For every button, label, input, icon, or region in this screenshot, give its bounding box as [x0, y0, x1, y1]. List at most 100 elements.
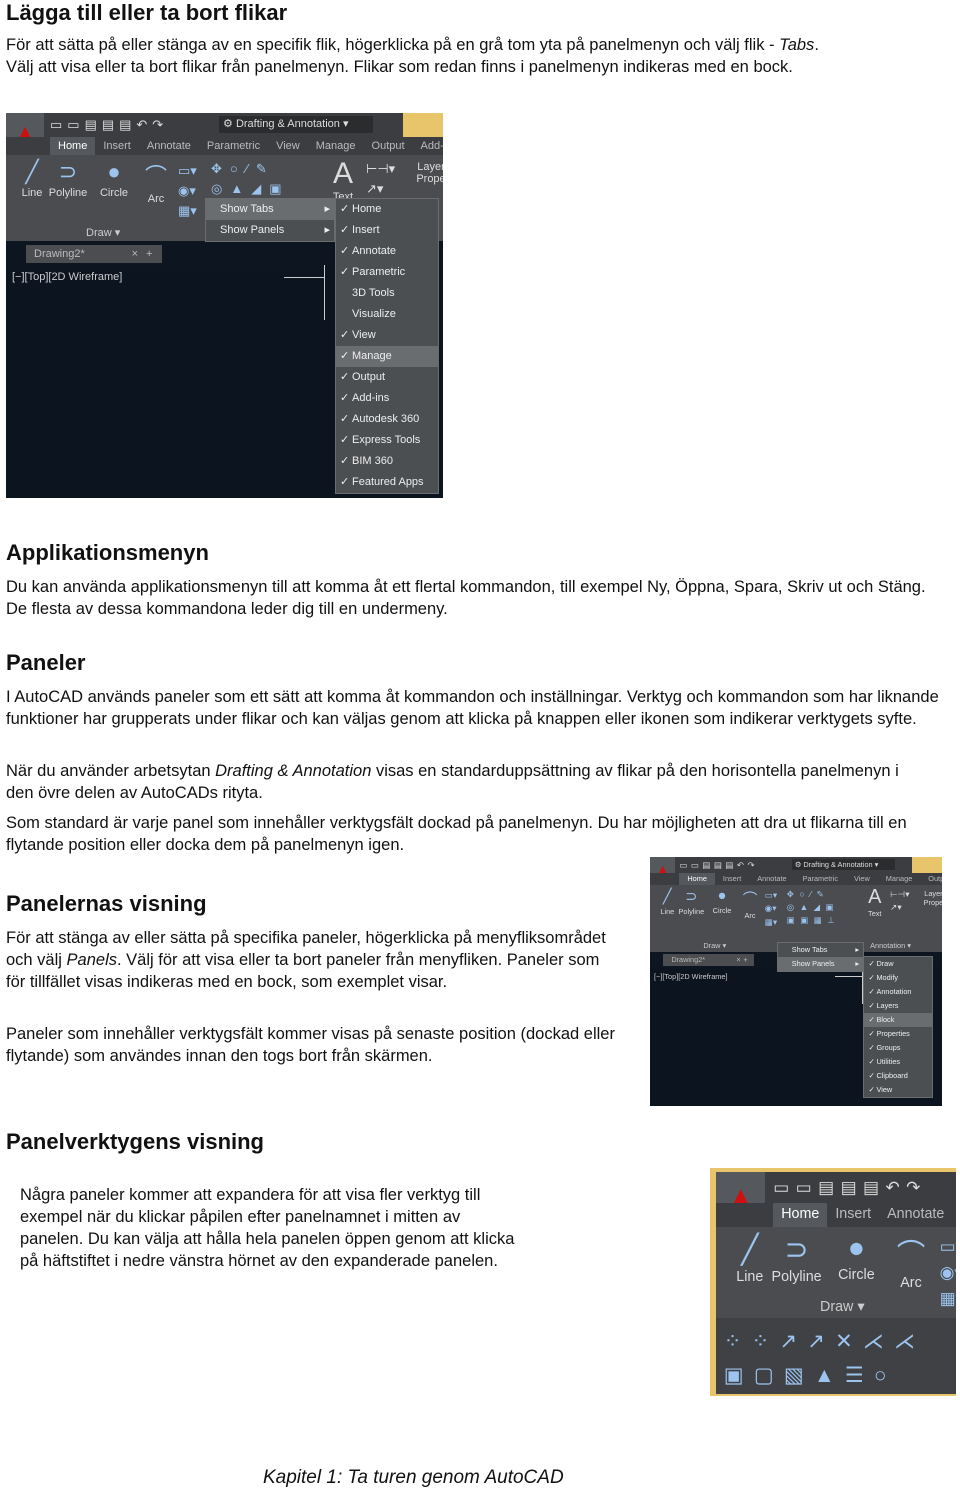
tool-button-arc[interactable]: ⌒ Arc	[136, 159, 176, 205]
workspace-dropdown: ⚙ Drafting & Annotation ▾	[219, 116, 373, 133]
drawing-tab[interactable]: Drawing2* ×	[26, 245, 144, 263]
circle-icon: ●	[847, 1231, 866, 1264]
ribbon-tab-parametric[interactable]: Parametric	[199, 137, 268, 155]
new-tab-button[interactable]: +	[142, 245, 162, 263]
tool-button-circle[interactable]: ● Circle	[830, 1232, 882, 1283]
menu-item-express-tools[interactable]: ✓ Express Tools	[336, 430, 438, 451]
menu-item-show-tabs[interactable]: Show Tabs ▸	[206, 199, 334, 220]
menu-item-insert[interactable]: ✓ Insert	[336, 220, 438, 241]
heading-panels: Paneler	[6, 650, 86, 675]
heading-panel-tools: Panelverktygens visning	[6, 1129, 264, 1154]
ribbon-tab-annotate[interactable]: Annotate	[749, 873, 794, 885]
menu-item-properties[interactable]: ✓ Properties	[864, 1027, 932, 1041]
workspace-label: Drafting & Annotation	[235, 118, 340, 130]
menu-item-label: Visualize	[352, 308, 396, 320]
tool-button-layer-properties[interactable]: Layer Prope	[411, 161, 443, 185]
menu-item-annotation[interactable]: ✓ Annotation	[864, 985, 932, 999]
tool-button-line[interactable]: ╱ Line	[12, 159, 52, 199]
ribbon-tab-insert[interactable]: Insert	[827, 1203, 879, 1226]
menu-item-view[interactable]: ✓ View	[864, 1083, 932, 1097]
menu-item-bim-360[interactable]: ✓ BIM 360	[336, 451, 438, 472]
close-icon[interactable]: ×	[132, 245, 138, 263]
menu-item-label: Show Tabs	[220, 203, 274, 215]
ribbon-tab-annotate[interactable]: Annotate	[879, 1203, 952, 1226]
tool-button-circle[interactable]: ● Circle	[709, 888, 736, 915]
ribbon-tab-view[interactable]: View	[846, 873, 878, 885]
ribbon-tab-parametric[interactable]: Parametric	[795, 873, 846, 885]
menu-item-show-panels[interactable]: Show Panels ▸	[777, 957, 864, 972]
context-menu: Show Tabs ▸ Show Panels ▸	[776, 942, 865, 973]
checkmark-icon: ✓	[340, 392, 350, 404]
ribbon-tab-home[interactable]: Home	[679, 873, 715, 885]
screenshot-expanded-panel: ▲▭▭▤▤▤↶↷HomeInsertAnnotateParametricView…	[710, 1168, 956, 1396]
ribbon-tab-annotate[interactable]: Annotate	[139, 137, 199, 155]
menu-item-layers[interactable]: ✓ Layers	[864, 999, 932, 1013]
ribbon-tab-view[interactable]: View	[268, 137, 308, 155]
submenu-tabs-submenu[interactable]: ✓ Home ✓ Insert ✓ Annotate ✓ Parametric 3D Tools…	[335, 198, 439, 494]
paragraph: Paneler som innehåller verktygsfält komm…	[6, 1025, 615, 1065]
ribbon-tab-insert[interactable]: Insert	[715, 873, 749, 885]
draw-small-icons: ▭▾◉▾▦▾	[939, 1237, 956, 1309]
tool-label: Circle	[838, 1266, 875, 1283]
crosshair	[835, 975, 863, 977]
tool-button-line[interactable]: ╱ Line	[654, 888, 681, 916]
tool-label: Polyline	[678, 906, 705, 916]
tool-button-polyline[interactable]: ⊃ Polyline	[771, 1232, 823, 1285]
menu-item-groups[interactable]: ✓ Groups	[864, 1041, 932, 1055]
ribbon-tab-add[interactable]: Add-	[413, 137, 443, 155]
ribbon-tab-parametric[interactable]: Parametric	[952, 1203, 956, 1226]
menu-item-home[interactable]: ✓ Home	[336, 199, 438, 220]
ribbon-tab-manage[interactable]: Manage	[878, 873, 920, 885]
menu-item-block[interactable]: ✓ Block	[864, 1013, 933, 1028]
menu-item-label: Manage	[352, 350, 392, 362]
chevron-right-icon: ▸	[324, 203, 330, 215]
paragraph: För att sätta på eller stänga av en spec…	[6, 36, 819, 76]
tool-button-line[interactable]: ╱ Line	[724, 1232, 776, 1285]
tool-label: Circle	[712, 905, 732, 915]
tool-button-arc[interactable]: ⌒ Arc	[885, 1232, 937, 1291]
menu-item-autodesk-360[interactable]: ✓ Autodesk 360	[336, 409, 438, 430]
paragraph: Du kan använda applikationsmenyn till at…	[6, 578, 926, 618]
ribbon-tab-insert[interactable]: Insert	[95, 137, 139, 155]
menu-item-label: Autodesk 360	[352, 413, 420, 425]
menu-item-clipboard[interactable]: ✓ Clipboard	[864, 1069, 932, 1083]
tool-button-polyline[interactable]: ⊃ Polyline	[678, 888, 705, 916]
menu-item-output[interactable]: ✓ Output	[336, 367, 438, 388]
menu-item-view[interactable]: ✓ View	[336, 325, 438, 346]
menu-item-parametric[interactable]: ✓ Parametric	[336, 262, 438, 283]
ribbon-tabs[interactable]: HomeInsertAnnotateParametricViewManageOu…	[650, 873, 942, 885]
drawing-tab[interactable]: Drawing2* ×	[663, 954, 745, 967]
menu-item-utilities[interactable]: ✓ Utilities	[864, 1055, 932, 1069]
checkmark-icon: ✓	[340, 476, 350, 488]
menu-item-add-ins[interactable]: ✓ Add-ins	[336, 388, 438, 409]
menu-item-modify[interactable]: ✓ Modify	[864, 971, 932, 985]
menu-item-draw[interactable]: ✓ Draw	[864, 957, 932, 971]
menu-item-label: Show Panels	[220, 224, 285, 236]
tool-button-text[interactable]: A Text	[865, 886, 885, 918]
tool-button-arc[interactable]: ⌒ Arc	[737, 888, 764, 920]
menu-item-annotate[interactable]: ✓ Annotate	[336, 241, 438, 262]
menu-item-show-tabs[interactable]: Show Tabs ▸	[778, 943, 863, 957]
polyline-icon: ⊃	[685, 888, 698, 905]
tool-button-circle[interactable]: ● Circle	[94, 159, 134, 199]
new-tab-button[interactable]: +	[740, 954, 755, 967]
ribbon-tab-output[interactable]: Output	[364, 137, 413, 155]
tool-button-polyline[interactable]: ⊃ Polyline	[48, 159, 88, 199]
menu-item-visualize[interactable]: Visualize	[336, 304, 438, 325]
ribbon-tab-manage[interactable]: Manage	[308, 137, 364, 155]
tool-button-text[interactable]: A Text	[328, 157, 358, 203]
dimension-icons: ⊢⊣▾ ↗▾	[366, 161, 396, 196]
menu-item-label: Layers	[876, 1001, 899, 1011]
checkmark-icon: ✓	[340, 455, 350, 467]
ribbon-tab-output[interactable]: Output	[920, 873, 942, 885]
ribbon-tabs[interactable]: HomeInsertAnnotateParametricViewManageOu…	[716, 1203, 956, 1227]
ribbon-tabs[interactable]: HomeInsertAnnotateParametricViewManageOu…	[6, 137, 443, 155]
ribbon-tab-home[interactable]: Home	[50, 137, 96, 155]
menu-item-3d-tools[interactable]: 3D Tools	[336, 283, 438, 304]
line-icon: ╱	[662, 888, 672, 905]
menu-item-featured-apps[interactable]: ✓ Featured Apps	[336, 472, 438, 493]
menu-item-show-panels[interactable]: Show Panels ▸	[206, 220, 334, 241]
menu-item-manage[interactable]: ✓ Manage	[336, 346, 438, 367]
tool-button-layer-properties[interactable]: Layer Prope	[920, 889, 942, 907]
ribbon-tab-home[interactable]: Home	[773, 1203, 828, 1227]
